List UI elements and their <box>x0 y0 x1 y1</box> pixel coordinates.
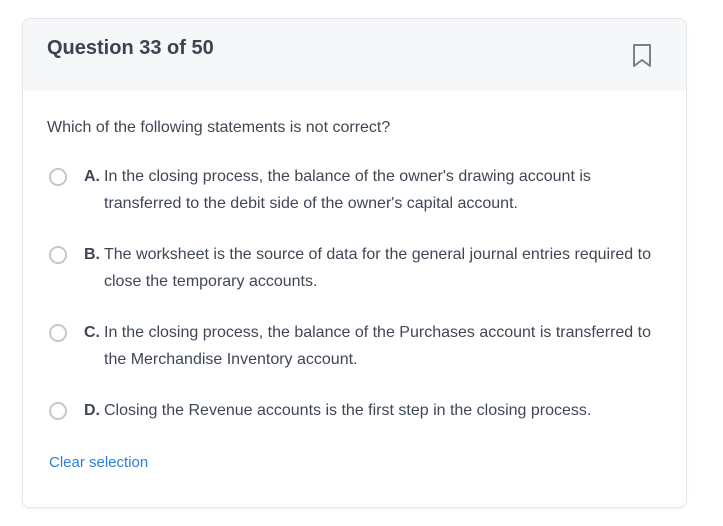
radio-icon[interactable] <box>49 402 67 420</box>
answer-options: A. In the closing process, the balance o… <box>47 165 667 424</box>
radio-icon[interactable] <box>49 168 67 186</box>
option-a[interactable]: A. In the closing process, the balance o… <box>47 165 667 217</box>
option-text: In the closing process, the balance of t… <box>104 324 651 368</box>
radio-icon[interactable] <box>49 324 67 342</box>
option-letter: C. <box>84 324 100 341</box>
bookmark-icon[interactable] <box>631 43 653 69</box>
option-letter: D. <box>84 402 100 419</box>
option-text: In the closing process, the balance of t… <box>104 168 591 212</box>
question-header: Question 33 of 50 <box>23 19 686 91</box>
option-text: The worksheet is the source of data for … <box>104 246 651 290</box>
question-card: Question 33 of 50 Which of the following… <box>22 18 687 508</box>
option-text: Closing the Revenue accounts is the firs… <box>104 402 592 419</box>
option-d[interactable]: D. Closing the Revenue accounts is the f… <box>47 399 667 424</box>
option-letter: B. <box>84 246 100 263</box>
option-b[interactable]: B. The worksheet is the source of data f… <box>47 243 667 295</box>
clear-selection-link[interactable]: Clear selection <box>49 454 148 471</box>
option-c[interactable]: C. In the closing process, the balance o… <box>47 321 667 373</box>
option-letter: A. <box>84 168 100 185</box>
question-prompt: Which of the following statements is not… <box>47 119 391 136</box>
question-number: Question 33 of 50 <box>47 37 214 59</box>
radio-icon[interactable] <box>49 246 67 264</box>
